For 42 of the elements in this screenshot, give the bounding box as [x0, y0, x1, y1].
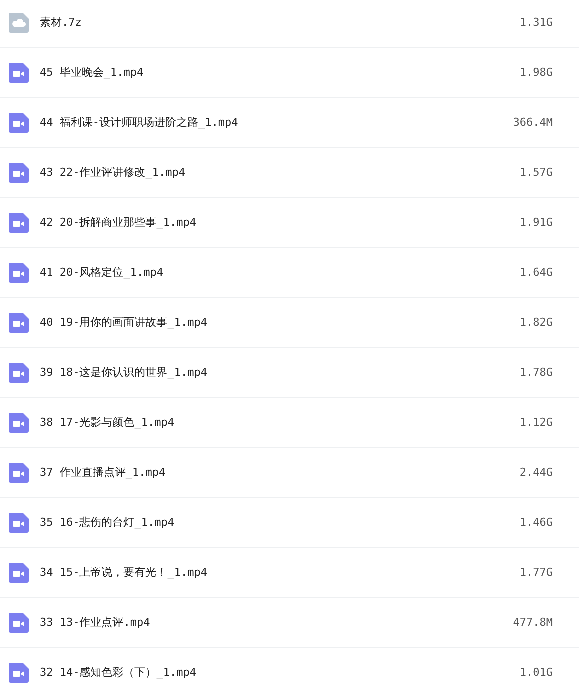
file-size: 1.98G: [520, 66, 553, 79]
file-size: 1.01G: [520, 666, 553, 679]
file-name[interactable]: 38 17-光影与颜色_1.mp4: [40, 415, 174, 430]
file-size: 366.4M: [513, 116, 553, 129]
video-file-icon: [9, 462, 29, 482]
file-name[interactable]: 素材.7z: [40, 15, 82, 30]
file-name[interactable]: 41 20-风格定位_1.mp4: [40, 265, 164, 280]
video-file-icon: [9, 562, 29, 582]
video-file-icon: [9, 662, 29, 682]
file-size: 1.12G: [520, 416, 553, 429]
file-size: 1.31G: [520, 16, 553, 29]
file-size: 1.82G: [520, 316, 553, 329]
file-name[interactable]: 42 20-拆解商业那些事_1.mp4: [40, 215, 196, 230]
video-file-icon: [9, 212, 29, 232]
file-name[interactable]: 40 19-用你的画面讲故事_1.mp4: [40, 315, 208, 330]
file-name[interactable]: 33 13-作业点评.mp4: [40, 615, 150, 630]
cloud-file-icon: [9, 12, 29, 32]
file-size: 2.44G: [520, 466, 553, 479]
file-size: 1.46G: [520, 516, 553, 529]
video-file-icon: [9, 312, 29, 332]
file-name[interactable]: 34 15-上帝说，要有光！_1.mp4: [40, 565, 208, 580]
video-file-icon: [9, 112, 29, 132]
video-file-icon: [9, 262, 29, 282]
file-name[interactable]: 39 18-这是你认识的世界_1.mp4: [40, 365, 208, 380]
file-size: 1.64G: [520, 266, 553, 279]
file-size: 1.57G: [520, 166, 553, 179]
file-size: 1.78G: [520, 366, 553, 379]
file-size: 1.91G: [520, 216, 553, 229]
file-name[interactable]: 44 福利课-设计师职场进阶之路_1.mp4: [40, 115, 238, 130]
file-name[interactable]: 43 22-作业评讲修改_1.mp4: [40, 165, 186, 180]
video-file-icon: [9, 62, 29, 82]
file-size: 477.8M: [513, 616, 553, 629]
file-name[interactable]: 35 16-悲伤的台灯_1.mp4: [40, 515, 174, 530]
video-file-icon: [9, 412, 29, 432]
video-file-icon: [9, 612, 29, 632]
video-file-icon: [9, 362, 29, 382]
file-name[interactable]: 45 毕业晚会_1.mp4: [40, 65, 144, 80]
video-file-icon: [9, 512, 29, 532]
file-size: 1.77G: [520, 566, 553, 579]
file-name[interactable]: 32 14-感知色彩（下）_1.mp4: [40, 665, 196, 680]
video-file-icon: [9, 162, 29, 182]
file-name[interactable]: 37 作业直播点评_1.mp4: [40, 465, 166, 480]
